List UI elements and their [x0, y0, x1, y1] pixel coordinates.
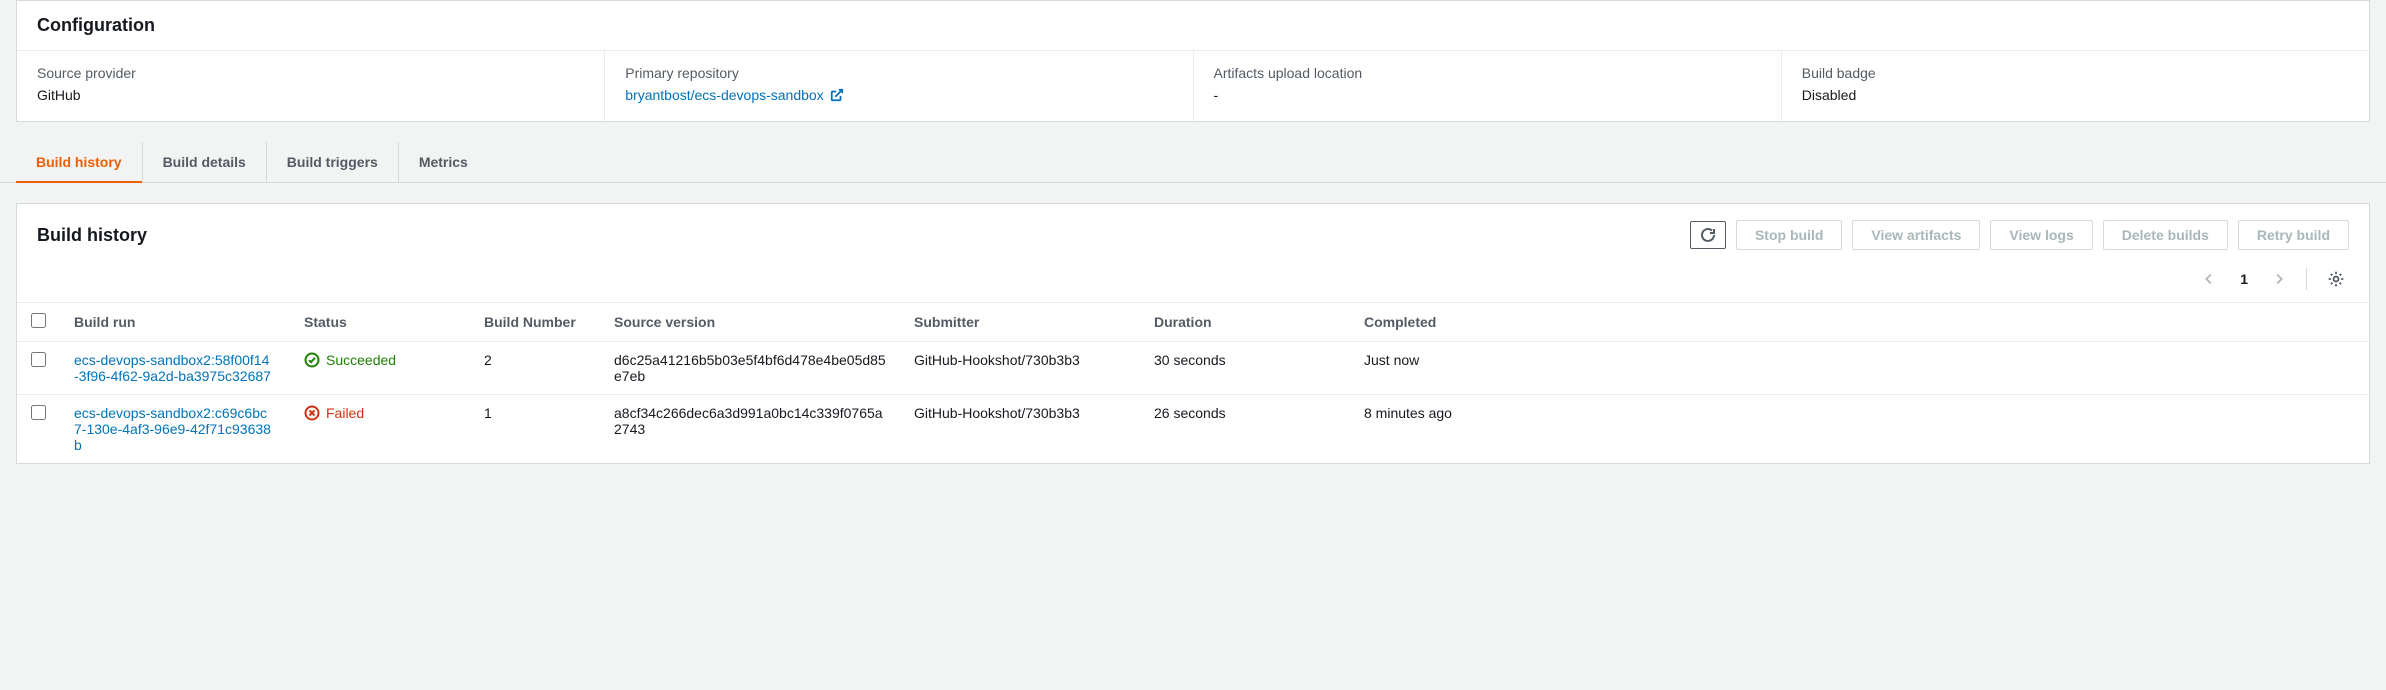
col-submitter: Submitter	[900, 303, 1140, 342]
refresh-icon	[1700, 227, 1716, 243]
build-history-table: Build run Status Build Number Source ver…	[17, 302, 2369, 463]
build-run-link[interactable]: ecs-devops-sandbox2:c69c6bc7-130e-4af3-9…	[74, 405, 274, 453]
build-number-cell: 1	[470, 395, 600, 464]
prev-page-button[interactable]	[2198, 268, 2220, 290]
source-version-cell: a8cf34c266dec6a3d991a0bc14c339f0765a2743	[614, 405, 886, 437]
row-checkbox[interactable]	[31, 352, 46, 367]
select-all-checkbox[interactable]	[31, 313, 46, 328]
build-history-title: Build history	[37, 225, 147, 246]
config-label: Source provider	[37, 65, 584, 81]
tab-build-history[interactable]: Build history	[16, 142, 143, 182]
stop-build-button[interactable]: Stop build	[1736, 220, 1842, 250]
primary-repository-link[interactable]: bryantbost/ecs-devops-sandbox	[625, 87, 843, 103]
configuration-panel: Configuration Source provider GitHub Pri…	[16, 0, 2370, 122]
duration-cell: 26 seconds	[1140, 395, 1350, 464]
status-failed: Failed	[304, 405, 456, 421]
col-duration: Duration	[1140, 303, 1350, 342]
tabs-container: Build history Build details Build trigge…	[0, 142, 2386, 183]
retry-build-button[interactable]: Retry build	[2238, 220, 2349, 250]
success-icon	[304, 352, 320, 368]
refresh-button[interactable]	[1690, 221, 1726, 249]
source-version-cell: d6c25a41216b5b03e5f4bf6d478e4be05d85e7eb	[614, 352, 886, 384]
build-run-link[interactable]: ecs-devops-sandbox2:58f00f14-3f96-4f62-9…	[74, 352, 274, 384]
page-number: 1	[2234, 271, 2254, 287]
chevron-left-icon	[2202, 272, 2216, 286]
configuration-title: Configuration	[37, 15, 2349, 36]
view-logs-button[interactable]: View logs	[1990, 220, 2092, 250]
tab-metrics[interactable]: Metrics	[399, 142, 488, 182]
next-page-button[interactable]	[2268, 268, 2290, 290]
config-value: -	[1214, 87, 1761, 103]
config-build-badge: Build badge Disabled	[1782, 51, 2369, 121]
config-source-provider: Source provider GitHub	[17, 51, 605, 121]
completed-cell: 8 minutes ago	[1350, 395, 2369, 464]
col-completed: Completed	[1350, 303, 2369, 342]
row-checkbox[interactable]	[31, 405, 46, 420]
config-label: Artifacts upload location	[1214, 65, 1761, 81]
config-value: GitHub	[37, 87, 584, 103]
config-primary-repository: Primary repository bryantbost/ecs-devops…	[605, 51, 1193, 121]
completed-cell: Just now	[1350, 342, 2369, 395]
table-row: ecs-devops-sandbox2:58f00f14-3f96-4f62-9…	[17, 342, 2369, 395]
config-label: Build badge	[1802, 65, 2349, 81]
status-succeeded: Succeeded	[304, 352, 456, 368]
view-artifacts-button[interactable]: View artifacts	[1852, 220, 1980, 250]
tab-build-details[interactable]: Build details	[143, 142, 267, 182]
tab-build-triggers[interactable]: Build triggers	[267, 142, 399, 182]
submitter-cell: GitHub-Hookshot/730b3b3	[900, 395, 1140, 464]
duration-cell: 30 seconds	[1140, 342, 1350, 395]
col-build-run: Build run	[60, 303, 290, 342]
error-icon	[304, 405, 320, 421]
config-value: Disabled	[1802, 87, 2349, 103]
col-build-number: Build Number	[470, 303, 600, 342]
submitter-cell: GitHub-Hookshot/730b3b3	[900, 342, 1140, 395]
config-artifacts-location: Artifacts upload location -	[1194, 51, 1782, 121]
build-history-panel: Build history Stop build View artifacts …	[16, 203, 2370, 464]
chevron-right-icon	[2272, 272, 2286, 286]
col-source-version: Source version	[600, 303, 900, 342]
build-number-cell: 2	[470, 342, 600, 395]
col-status: Status	[290, 303, 470, 342]
gear-icon	[2327, 270, 2345, 288]
external-link-icon	[830, 88, 844, 102]
table-row: ecs-devops-sandbox2:c69c6bc7-130e-4af3-9…	[17, 395, 2369, 464]
config-label: Primary repository	[625, 65, 1172, 81]
delete-builds-button[interactable]: Delete builds	[2103, 220, 2228, 250]
settings-button[interactable]	[2323, 266, 2349, 292]
